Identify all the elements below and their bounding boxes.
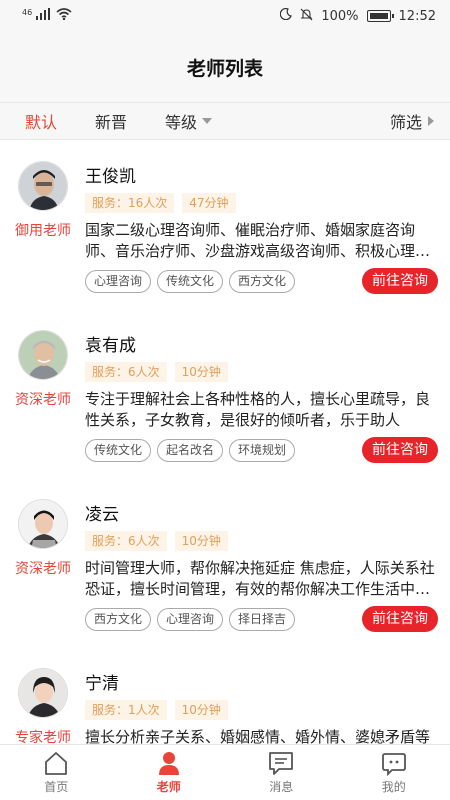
duration-badge: 10分钟 bbox=[174, 700, 228, 720]
teacher-avatar bbox=[18, 499, 68, 549]
wifi-icon bbox=[56, 8, 72, 24]
nav-message-label: 消息 bbox=[269, 780, 294, 794]
teacher-icon bbox=[158, 752, 179, 775]
specialty-tag: 西方文化 bbox=[229, 269, 296, 293]
teacher-grade: 资深老师 bbox=[15, 392, 71, 408]
title-bar: 老师列表 bbox=[0, 32, 450, 102]
caret-right-icon bbox=[428, 116, 434, 126]
service-count-badge: 服务：16人次 bbox=[85, 193, 175, 213]
mute-icon bbox=[300, 8, 313, 25]
teacher-name: 凌云 bbox=[85, 505, 119, 525]
teacher-name: 袁有成 bbox=[85, 336, 136, 356]
filter-label: 筛选 bbox=[389, 113, 422, 132]
nav-home[interactable]: 首页 bbox=[0, 745, 113, 800]
battery-label: 100% bbox=[321, 8, 359, 24]
specialty-tag: 心理咨询 bbox=[157, 607, 224, 631]
teacher-name: 王俊凯 bbox=[85, 167, 136, 187]
app-screen: 46 100% 12:52 老师列表 默认 新晋 等级 筛选 御用老师 王俊凯 … bbox=[0, 0, 450, 800]
nav-profile[interactable]: 我的 bbox=[338, 745, 450, 800]
teacher-card[interactable]: 御用老师 王俊凯 服务：16人次 47分钟 国家二级心理咨询师、催眠治疗师、婚姻… bbox=[0, 141, 450, 310]
duration-badge: 10分钟 bbox=[174, 362, 228, 382]
sort-new-tab[interactable]: 新晋 bbox=[95, 109, 127, 133]
consult-button[interactable]: 前往咨询 bbox=[362, 606, 438, 632]
teacher-description: 专注于理解社会上各种性格的人，擅长心里疏导，良性关系，子女教育，是很好的倾听者，… bbox=[85, 390, 431, 429]
teacher-list: 御用老师 王俊凯 服务：16人次 47分钟 国家二级心理咨询师、催眠治疗师、婚姻… bbox=[0, 141, 450, 744]
profile-icon bbox=[381, 753, 406, 776]
teacher-grade: 资深老师 bbox=[15, 561, 71, 577]
teacher-description: 时间管理大师，帮你解决拖延症 焦虑症，人际关系社恐证，擅长时间管理，有效的帮你解… bbox=[85, 559, 435, 598]
filter-button[interactable]: 筛选 bbox=[390, 109, 434, 133]
duration-badge: 47分钟 bbox=[182, 193, 236, 213]
clock: 12:52 bbox=[398, 8, 436, 24]
moon-icon bbox=[280, 7, 293, 24]
consult-button[interactable]: 前往咨询 bbox=[362, 437, 438, 463]
sort-level-tab[interactable]: 等级 bbox=[165, 109, 213, 133]
nav-teacher[interactable]: 老师 bbox=[113, 745, 226, 800]
sort-default-label: 默认 bbox=[25, 113, 58, 132]
nav-teacher-label: 老师 bbox=[156, 780, 181, 794]
specialty-tag: 心理咨询 bbox=[85, 269, 152, 293]
sort-new-label: 新晋 bbox=[95, 113, 128, 132]
teacher-grade: 御用老师 bbox=[15, 223, 71, 239]
specialty-tag: 起名改名 bbox=[157, 438, 224, 462]
page-title: 老师列表 bbox=[186, 57, 263, 80]
teacher-name: 宁清 bbox=[85, 674, 119, 694]
nav-message[interactable]: 消息 bbox=[225, 745, 338, 800]
teacher-card[interactable]: 专家老师 宁清 服务：1人次 10分钟 擅长分析亲子关系、婚姻感情、婚外情、婆媳… bbox=[0, 648, 450, 744]
teacher-description: 国家二级心理咨询师、催眠治疗师、婚姻家庭咨询师、音乐治疗师、沙盘游戏高级咨询师、… bbox=[85, 221, 431, 260]
service-count-badge: 服务：6人次 bbox=[85, 362, 167, 382]
specialty-tag: 传统文化 bbox=[157, 269, 224, 293]
service-count-badge: 服务：6人次 bbox=[85, 531, 167, 551]
home-icon bbox=[45, 752, 68, 775]
caret-down-icon bbox=[202, 118, 213, 124]
specialty-tag: 传统文化 bbox=[85, 438, 152, 462]
specialty-tag: 环境规划 bbox=[229, 438, 296, 462]
consult-button[interactable]: 前往咨询 bbox=[362, 268, 438, 294]
teacher-avatar bbox=[18, 668, 68, 718]
signal-label: 46 bbox=[22, 8, 33, 17]
teacher-description: 擅长分析亲子关系、婚姻感情、婚外情、婆媳矛盾等问题 bbox=[85, 728, 431, 744]
filter-bar: 默认 新晋 等级 筛选 bbox=[0, 102, 450, 140]
battery-icon bbox=[366, 10, 394, 22]
teacher-avatar bbox=[18, 330, 68, 380]
teacher-card[interactable]: 资深老师 凌云 服务：6人次 10分钟 时间管理大师，帮你解决拖延症 焦虑症，人… bbox=[0, 479, 450, 648]
message-icon bbox=[269, 752, 294, 775]
nav-home-label: 首页 bbox=[44, 780, 69, 794]
nav-profile-label: 我的 bbox=[381, 780, 406, 794]
bottom-nav: 首页 老师 消息 我的 bbox=[0, 744, 450, 800]
specialty-tag: 西方文化 bbox=[85, 607, 152, 631]
sort-level-label: 等级 bbox=[165, 113, 198, 132]
status-bar: 46 100% 12:52 bbox=[0, 0, 450, 32]
specialty-tag: 择日择吉 bbox=[229, 607, 296, 631]
signal-icon: 46 bbox=[22, 8, 51, 24]
teacher-avatar bbox=[18, 161, 68, 211]
sort-default-tab[interactable]: 默认 bbox=[25, 109, 57, 133]
teacher-card[interactable]: 资深老师 袁有成 服务：6人次 10分钟 专注于理解社会上各种性格的人，擅长心里… bbox=[0, 310, 450, 479]
duration-badge: 10分钟 bbox=[174, 531, 228, 551]
teacher-grade: 专家老师 bbox=[15, 730, 71, 744]
service-count-badge: 服务：1人次 bbox=[85, 700, 167, 720]
